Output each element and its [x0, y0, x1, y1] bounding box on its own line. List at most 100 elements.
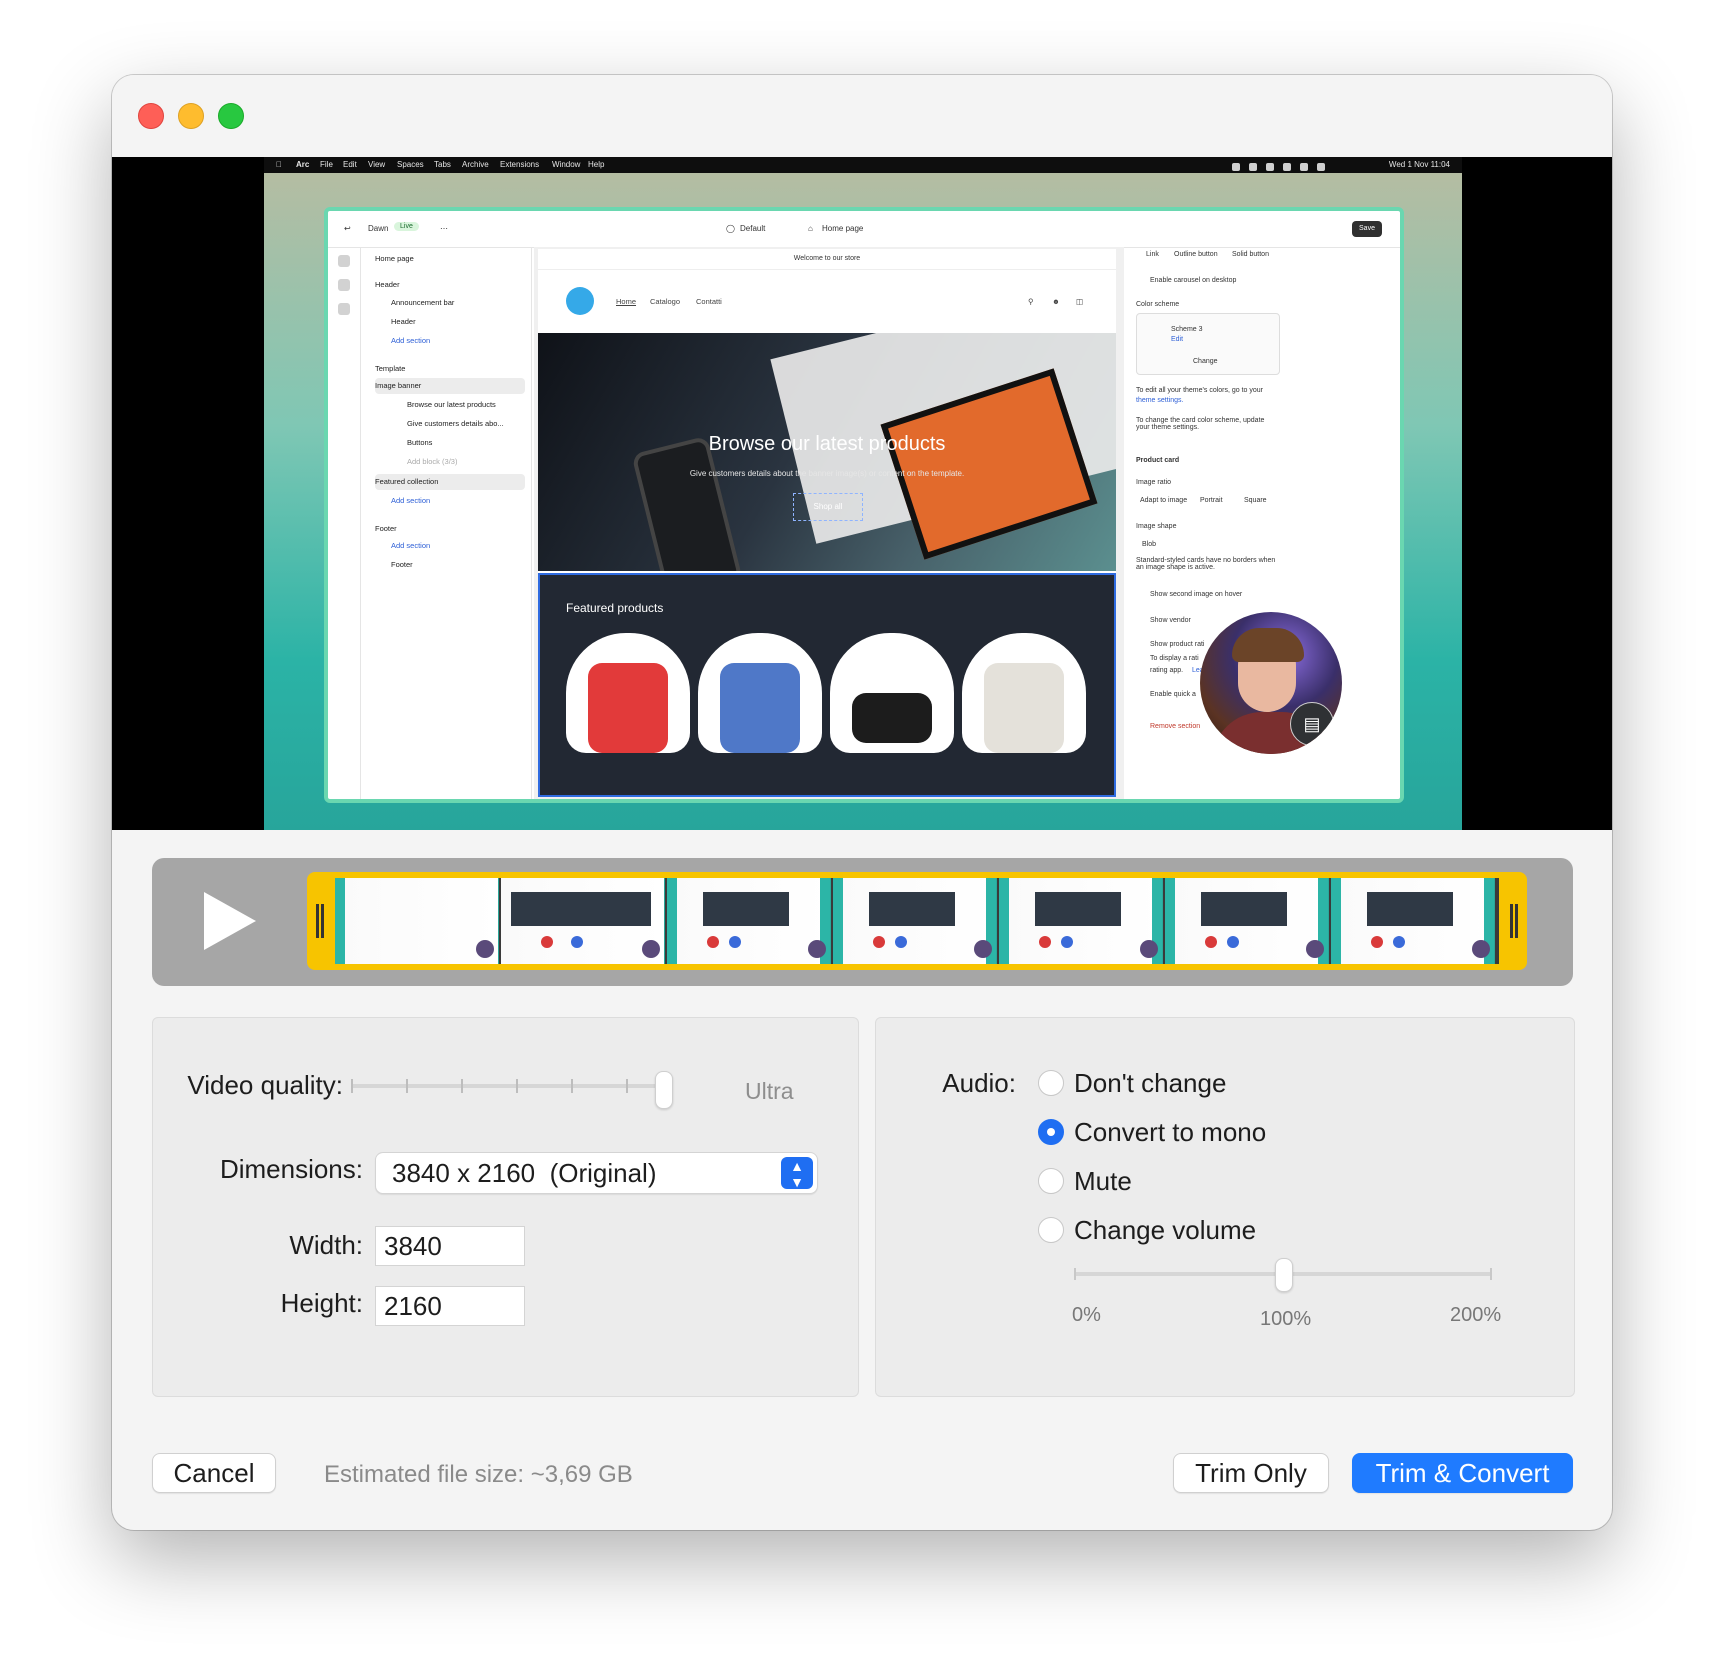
camera-hair	[1232, 628, 1304, 662]
live-text-icon: ▤	[1290, 702, 1334, 746]
dimensions-label: Dimensions:	[219, 1154, 363, 1184]
editor-rail	[328, 247, 361, 799]
dimensions-value: 3840 x 2160 (Original)	[392, 1158, 657, 1188]
globe-icon: ◯	[726, 224, 735, 233]
settings-icon	[338, 279, 350, 291]
featured-title: Featured products	[566, 601, 664, 615]
editor-save-button: Save	[1352, 221, 1382, 237]
audio-settings-panel: Audio: Don't change Convert to mono Mute…	[875, 1017, 1575, 1397]
camera-overlay: ▤	[1200, 612, 1342, 754]
width-input[interactable]	[376, 1227, 524, 1265]
minimize-window-button[interactable]	[178, 103, 204, 129]
trim-only-button[interactable]: Trim Only	[1173, 1453, 1329, 1493]
product-card	[830, 633, 954, 753]
help-text: To change the card color scheme, update …	[1136, 417, 1265, 431]
banner-subtext: Give customers details about the banner …	[689, 469, 965, 478]
volume-mid-label: 100%	[1260, 1308, 1312, 1330]
trim-start-handle[interactable]	[307, 872, 333, 970]
dimensions-select[interactable]: 3840 x 2160 (Original) ▲ ▼	[375, 1152, 818, 1194]
title-bar	[112, 75, 1612, 157]
radio-label: Convert to mono	[1074, 1117, 1267, 1147]
slider-tick	[571, 1079, 573, 1093]
timeline-frame	[999, 878, 1163, 964]
radio-mute[interactable]	[1038, 1168, 1064, 1194]
sidebar-heading: Header	[375, 280, 400, 289]
quick-add-label: Enable quick a	[1150, 691, 1196, 698]
sections-icon	[338, 255, 350, 267]
editor-toolbar: ↩ Dawn Live ⋯ ◯ Default ⌂ Home page Save	[328, 211, 1400, 248]
search-icon: ⚲	[1028, 297, 1034, 306]
slider-tick	[461, 1079, 463, 1093]
sidebar-heading: Template	[375, 364, 406, 373]
height-label: Height:	[280, 1288, 363, 1318]
store-preview: Welcome to our store Home Catalogo Conta…	[538, 249, 1116, 797]
trim-convert-window:  Arc File Edit View Spaces Tabs Archive…	[112, 75, 1612, 1530]
editor-sidebar: Home page Header Announcement bar Header…	[361, 247, 532, 799]
audio-label: Audio:	[942, 1068, 1016, 1098]
home-icon: ⌂	[808, 224, 813, 233]
sidebar-item: Image banner	[375, 378, 525, 394]
help-link: theme settings.	[1136, 397, 1184, 404]
trim-convert-button[interactable]: Trim & Convert	[1352, 1453, 1573, 1493]
show-rating-label: Show product rati	[1150, 641, 1205, 648]
cancel-button[interactable]: Cancel	[152, 1453, 276, 1493]
sidebar-item: Footer	[391, 560, 413, 569]
image-shape-value: Blob	[1142, 541, 1157, 548]
radio-convert-mono[interactable]	[1038, 1119, 1064, 1145]
timeline-frame	[1165, 878, 1329, 964]
cart-icon: ◫	[1076, 297, 1084, 306]
help-text: To edit all your theme's colors, go to y…	[1136, 387, 1264, 394]
recorded-menubar:  Arc File Edit View Spaces Tabs Archive…	[264, 157, 1462, 173]
height-input[interactable]	[376, 1287, 524, 1325]
video-quality-slider[interactable]	[351, 1084, 663, 1088]
timeline-frames	[335, 878, 1499, 964]
exit-icon: ↩	[344, 224, 351, 233]
store-name: Dawn	[368, 224, 389, 233]
sidebar-add-section: Add section	[391, 541, 431, 550]
product-card	[698, 633, 822, 753]
close-window-button[interactable]	[138, 103, 164, 129]
height-field[interactable]	[375, 1286, 525, 1326]
slider-tick	[1074, 1268, 1076, 1280]
remove-section: Remove section	[1150, 723, 1201, 730]
nav-link: Contatti	[696, 297, 722, 306]
radio-dont-change[interactable]	[1038, 1070, 1064, 1096]
radio-label: Don't change	[1074, 1068, 1227, 1098]
radio-label: Change volume	[1074, 1215, 1257, 1245]
ratio-option: Square	[1244, 497, 1267, 504]
apple-icon: 	[276, 157, 282, 173]
menu-item: Archive	[462, 160, 489, 169]
show-vendor-label: Show vendor	[1150, 617, 1191, 624]
banner-heading: Browse our latest products	[708, 433, 946, 455]
sidebar-add-section: Add section	[391, 336, 431, 345]
image-ratio-label: Image ratio	[1136, 479, 1172, 486]
trim-range[interactable]	[307, 872, 1527, 970]
video-preview:  Arc File Edit View Spaces Tabs Archive…	[112, 157, 1612, 830]
menu-item: Arc	[296, 160, 310, 169]
sidebar-item-selected: Featured collection	[375, 474, 525, 490]
theme-select: Default	[740, 224, 766, 233]
sidebar-item: Announcement bar	[391, 298, 455, 307]
trim-end-handle[interactable]	[1501, 872, 1527, 970]
apps-icon	[338, 303, 350, 315]
menu-item: Window	[552, 160, 581, 169]
settings-tab: Link	[1146, 251, 1159, 258]
menubar-clock: Wed 1 Nov 11:04	[1388, 160, 1450, 169]
carousel-checkbox-label: Enable carousel on desktop	[1150, 277, 1237, 284]
width-field[interactable]	[375, 1226, 525, 1266]
announcement-bar: Welcome to our store	[538, 249, 1116, 270]
video-quality-knob[interactable]	[655, 1071, 673, 1109]
radio-change-volume[interactable]	[1038, 1217, 1064, 1243]
timeline-frame	[335, 878, 499, 964]
status-icons	[1232, 161, 1342, 171]
play-button[interactable]	[196, 890, 256, 950]
zoom-window-button[interactable]	[218, 103, 244, 129]
slider-tick	[516, 1079, 518, 1093]
shape-help: Standard-styled cards have no borders wh…	[1136, 557, 1276, 571]
slider-tick	[406, 1079, 408, 1093]
nav-link: Catalogo	[650, 297, 681, 306]
shop-all-button: Shop all	[793, 493, 863, 521]
volume-knob[interactable]	[1275, 1258, 1293, 1292]
video-quality-value: Ultra	[745, 1078, 794, 1104]
color-scheme-box: Scheme 3 Edit Change	[1136, 313, 1280, 375]
